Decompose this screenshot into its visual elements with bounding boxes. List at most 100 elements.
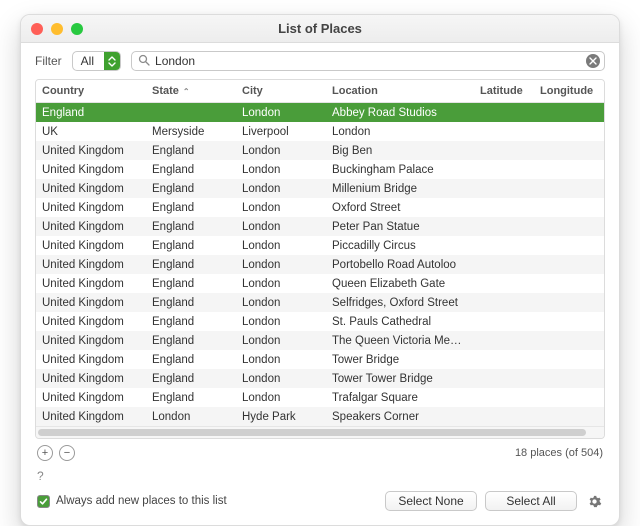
table-row[interactable]: EnglandLondonAbbey Road Studios	[36, 103, 604, 122]
column-header-latitude[interactable]: Latitude	[474, 80, 534, 102]
search-input[interactable]	[155, 54, 581, 68]
table-row[interactable]: United KingdomEnglandLondonTrafalgar Squ…	[36, 388, 604, 407]
search-field[interactable]	[131, 51, 605, 71]
table-row[interactable]: United KingdomEnglandLondonBig Ben	[36, 141, 604, 160]
table-row[interactable]: United KingdomEnglandLondonSelfridges, O…	[36, 293, 604, 312]
cell-latitude	[474, 160, 534, 179]
cell-country: United Kingdom	[36, 293, 146, 312]
clear-search-button[interactable]	[586, 54, 600, 68]
help-button[interactable]: ?	[37, 469, 44, 483]
cell-state: England	[146, 274, 236, 293]
cell-city: London	[236, 388, 326, 407]
cell-latitude	[474, 217, 534, 236]
remove-button[interactable]: −	[59, 445, 75, 461]
cell-latitude	[474, 350, 534, 369]
cell-location: Oxford Street	[326, 198, 474, 217]
cell-longitude	[534, 407, 604, 426]
table-row[interactable]: United KingdomEnglandLondonMillenium Bri…	[36, 179, 604, 198]
add-button[interactable]: +	[37, 445, 53, 461]
minimize-button[interactable]	[51, 23, 63, 35]
close-button[interactable]	[31, 23, 43, 35]
cell-city: London	[236, 331, 326, 350]
cell-longitude	[534, 312, 604, 331]
traffic-lights	[31, 23, 83, 35]
cell-latitude	[474, 331, 534, 350]
table-row[interactable]: United KingdomEnglandLondonQueen Elizabe…	[36, 274, 604, 293]
cell-longitude	[534, 331, 604, 350]
table-row[interactable]: United KingdomEnglandLondonOxford Street	[36, 198, 604, 217]
select-none-button[interactable]: Select None	[385, 491, 477, 511]
column-header-city[interactable]: City	[236, 80, 326, 102]
cell-country: United Kingdom	[36, 407, 146, 426]
cell-location: Tower Bridge	[326, 350, 474, 369]
cell-country: United Kingdom	[36, 160, 146, 179]
table-row[interactable]: UKMersysideLiverpoolLondon	[36, 122, 604, 141]
cell-state: England	[146, 331, 236, 350]
cell-state: England	[146, 350, 236, 369]
cell-latitude	[474, 369, 534, 388]
column-header-state[interactable]: State ⌃	[146, 80, 236, 102]
cell-state: England	[146, 255, 236, 274]
table-row[interactable]: United KingdomEnglandLondonPortobello Ro…	[36, 255, 604, 274]
column-header-location[interactable]: Location	[326, 80, 474, 102]
cell-country: United Kingdom	[36, 217, 146, 236]
table-row[interactable]: United KingdomEnglandLondonTower Bridge	[36, 350, 604, 369]
table-row[interactable]: United KingdomLondonHyde ParkSpeakers Co…	[36, 407, 604, 426]
cell-state: England	[146, 293, 236, 312]
cell-city: London	[236, 198, 326, 217]
zoom-button[interactable]	[71, 23, 83, 35]
filter-select-value: All	[73, 54, 104, 68]
cell-country: England	[36, 103, 146, 122]
cell-state: London	[146, 407, 236, 426]
filter-label: Filter	[35, 54, 62, 68]
cell-longitude	[534, 255, 604, 274]
cell-country: United Kingdom	[36, 312, 146, 331]
cell-location: Trafalgar Square	[326, 388, 474, 407]
cell-state: England	[146, 312, 236, 331]
settings-button[interactable]	[585, 492, 603, 510]
cell-city: London	[236, 160, 326, 179]
cell-city: Hyde Park	[236, 407, 326, 426]
column-header-longitude[interactable]: Longitude	[534, 80, 604, 102]
table-row[interactable]: United KingdomEnglandLondonBuckingham Pa…	[36, 160, 604, 179]
filter-select[interactable]: All	[72, 51, 121, 71]
column-header-country[interactable]: Country	[36, 80, 146, 102]
cell-country: United Kingdom	[36, 274, 146, 293]
column-header-state-label: State	[152, 85, 179, 97]
titlebar: List of Places	[21, 15, 619, 43]
cell-city: London	[236, 141, 326, 160]
below-row: + − 18 places (of 504)	[21, 439, 619, 461]
cell-country: United Kingdom	[36, 388, 146, 407]
cell-latitude	[474, 141, 534, 160]
horizontal-scrollbar[interactable]	[36, 426, 604, 438]
cell-latitude	[474, 198, 534, 217]
cell-city: London	[236, 236, 326, 255]
cell-state: England	[146, 236, 236, 255]
cell-city: London	[236, 369, 326, 388]
cell-latitude	[474, 293, 534, 312]
cell-location: Selfridges, Oxford Street	[326, 293, 474, 312]
scrollbar-thumb[interactable]	[38, 429, 586, 436]
always-add-checkbox[interactable]	[37, 495, 50, 508]
cell-longitude	[534, 293, 604, 312]
table-row[interactable]: United KingdomEnglandLondonTower Tower B…	[36, 369, 604, 388]
cell-location: Speakers Corner	[326, 407, 474, 426]
cell-location: Peter Pan Statue	[326, 217, 474, 236]
cell-city: London	[236, 255, 326, 274]
table-row[interactable]: United KingdomEnglandLondonSt. Pauls Cat…	[36, 312, 604, 331]
cell-latitude	[474, 255, 534, 274]
cell-latitude	[474, 388, 534, 407]
cell-longitude	[534, 388, 604, 407]
table-row[interactable]: United KingdomEnglandLondonThe Queen Vic…	[36, 331, 604, 350]
table-row[interactable]: United KingdomEnglandLondonPeter Pan Sta…	[36, 217, 604, 236]
always-add-checkbox-row[interactable]: Always add new places to this list	[37, 495, 227, 508]
select-all-button[interactable]: Select All	[485, 491, 577, 511]
add-remove-group: + −	[37, 445, 75, 461]
cell-city: London	[236, 293, 326, 312]
cell-state: Mersyside	[146, 122, 236, 141]
cell-state: England	[146, 179, 236, 198]
cell-location: Portobello Road Autoloo	[326, 255, 474, 274]
places-table: Country State ⌃ City Location Latitude L…	[35, 79, 605, 439]
table-row[interactable]: United KingdomEnglandLondonPiccadilly Ci…	[36, 236, 604, 255]
cell-country: United Kingdom	[36, 198, 146, 217]
